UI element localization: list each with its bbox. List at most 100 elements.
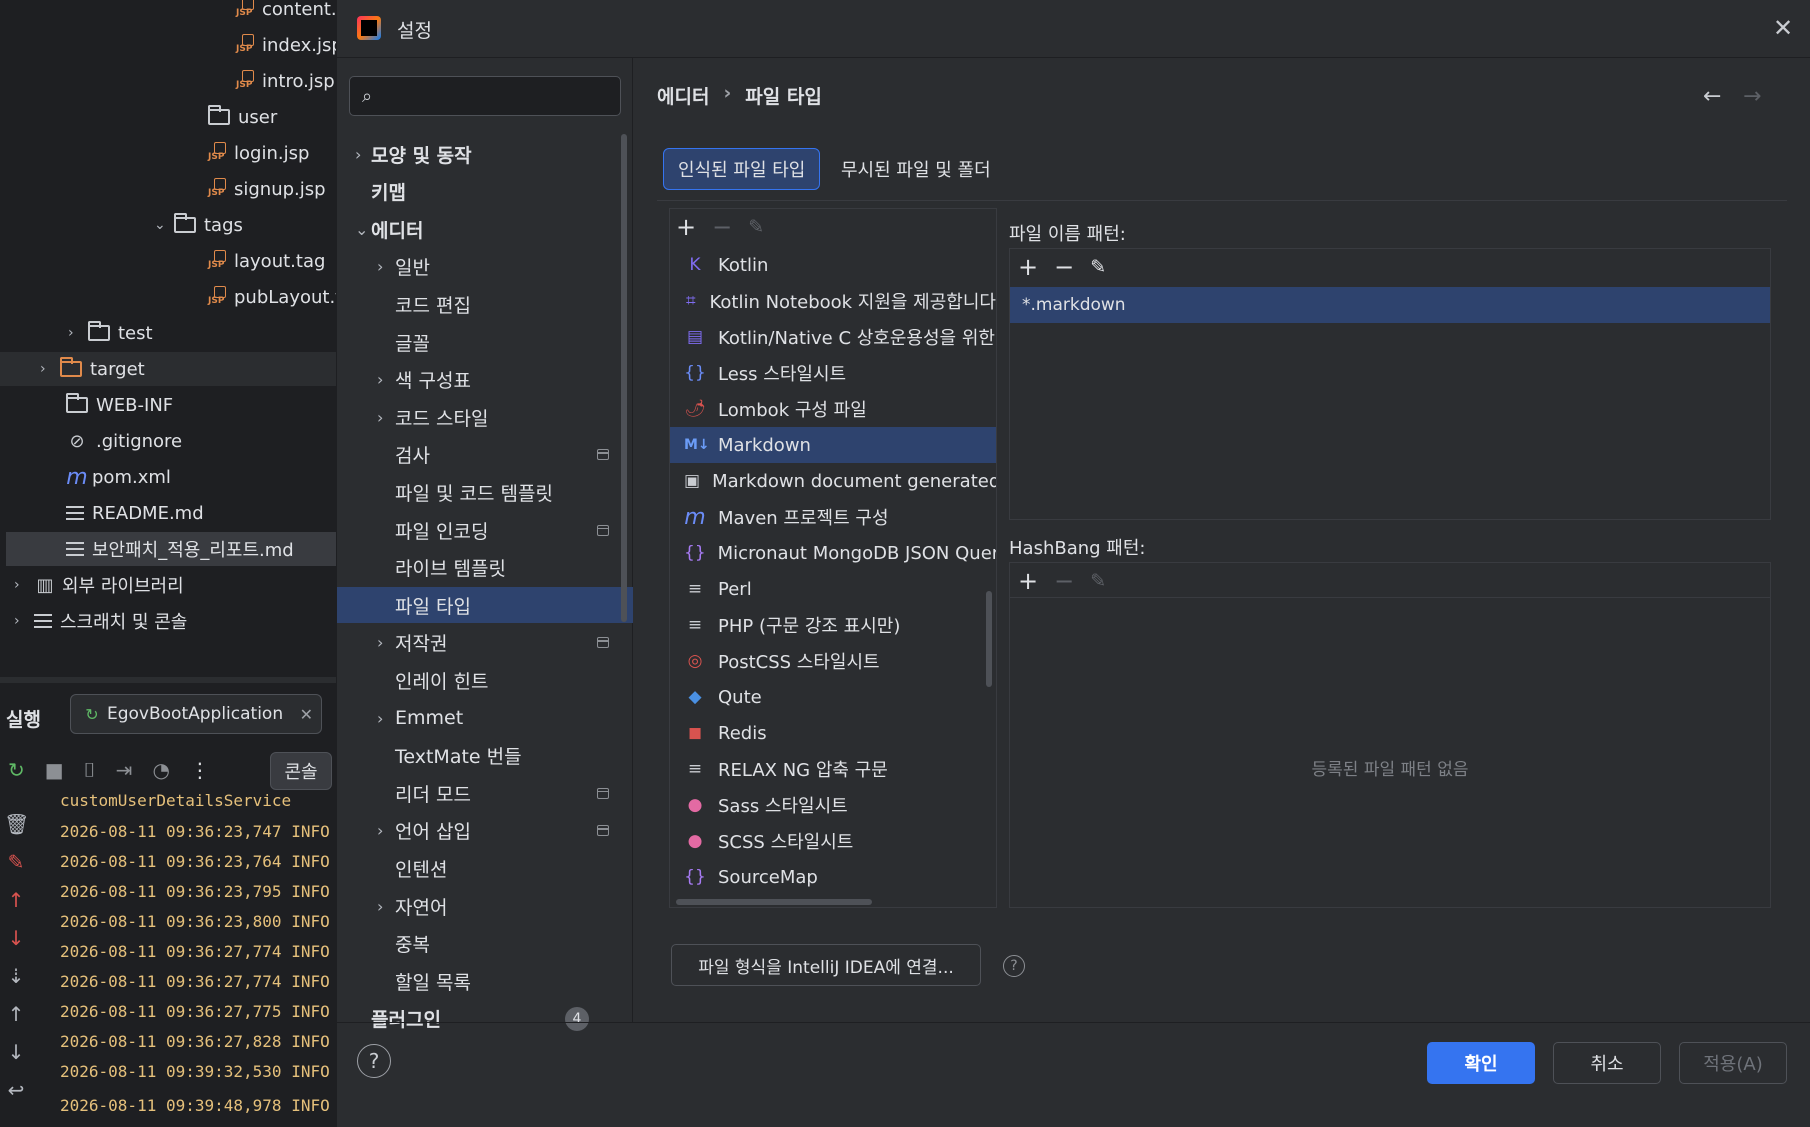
nav-scrollbar[interactable]	[621, 134, 627, 622]
nav-item[interactable]: ⌄ 에디터	[337, 211, 633, 247]
nav-item[interactable]: 파일 인코딩	[337, 512, 633, 548]
file-type-row[interactable]: ≡ RELAX NG 압축 구문	[670, 751, 996, 787]
file-type-row[interactable]: {} SourceMap	[670, 859, 996, 895]
chevron-down-icon[interactable]: ⌄	[154, 217, 174, 233]
edit-icon[interactable]: ✎	[1090, 569, 1106, 593]
file-type-row[interactable]: ◎ PostCSS 스타일시트	[670, 643, 996, 679]
tree-item[interactable]: JSP layout.tag	[208, 244, 325, 278]
search-field[interactable]: ⌕	[349, 76, 621, 116]
nav-item[interactable]: 코드 편집	[337, 286, 633, 322]
file-type-row[interactable]: ◼ Redis	[670, 715, 996, 751]
tree-item[interactable]: JSP pubLayout.ta	[208, 280, 353, 314]
nav-item[interactable]: 글꼴	[337, 324, 633, 360]
nav-item[interactable]: › 언어 삽입	[337, 813, 633, 849]
nav-item[interactable]: TextMate 번들	[337, 738, 633, 774]
file-type-row[interactable]: ▤ Kotlin/Native C 상호운용성을 위한	[670, 319, 996, 355]
rerun-icon[interactable]: ↻	[8, 758, 25, 782]
help-icon[interactable]: ?	[1003, 955, 1025, 977]
file-type-row[interactable]: ◆ Qute	[670, 679, 996, 715]
breadcrumb-parent[interactable]: 에디터	[657, 82, 709, 109]
chevron-right-icon[interactable]: ›	[377, 257, 383, 276]
nav-item[interactable]: 파일 타입	[337, 587, 633, 624]
add-icon[interactable]: +	[1018, 255, 1038, 279]
file-type-row[interactable]: ▣ Markdown document generated b	[670, 463, 996, 499]
tree-item[interactable]: › test	[68, 316, 153, 350]
chevron-right-icon[interactable]: ›	[68, 325, 88, 341]
tree-item[interactable]: m pom.xml	[66, 460, 171, 494]
file-type-row[interactable]: ● Sass 스타일시트	[670, 787, 996, 823]
tree-item[interactable]: WEB-INF	[66, 388, 173, 422]
tree-item[interactable]: JSP signup.jsp	[208, 172, 326, 206]
file-type-row[interactable]: K Kotlin	[670, 247, 996, 283]
chevron-right-icon[interactable]: ›	[14, 577, 34, 593]
tree-item[interactable]: ⌄ tags	[154, 208, 243, 242]
nav-item[interactable]: 할일 목록	[337, 963, 633, 999]
nav-item[interactable]: 인텐션	[337, 850, 633, 886]
profiler-icon[interactable]: ◔	[152, 758, 169, 782]
list-hscrollbar[interactable]	[676, 899, 872, 905]
edit-icon[interactable]: ✎	[1090, 255, 1106, 279]
pattern-row[interactable]: *.markdown	[1010, 287, 1770, 323]
clear-icon[interactable]: ✎	[4, 850, 28, 874]
help-icon[interactable]: ?	[357, 1044, 391, 1078]
forward-arrow-icon[interactable]: →	[1743, 84, 1761, 109]
down-icon[interactable]: ↓	[4, 1040, 28, 1064]
file-type-row[interactable]: ≡ PHP (구문 강조 표시만)	[670, 607, 996, 643]
chevron-right-icon[interactable]: ›	[355, 145, 361, 164]
apply-button[interactable]: 적용(A)	[1679, 1042, 1787, 1084]
edit-icon[interactable]: ✎	[748, 215, 764, 239]
tree-item[interactable]: JSP index.jsp	[236, 28, 343, 62]
tree-item[interactable]: ⊘ .gitignore	[66, 424, 182, 458]
panel-splitter[interactable]	[0, 677, 336, 683]
file-type-row[interactable]: {} Micronaut MongoDB JSON Query	[670, 535, 996, 571]
console-tab[interactable]: 콘솔	[270, 752, 332, 790]
chevron-right-icon[interactable]: ›	[377, 709, 383, 728]
nav-item[interactable]: 검사	[337, 437, 633, 473]
tree-item[interactable]: JSP intro.jsp	[236, 64, 335, 98]
add-icon[interactable]: +	[1018, 569, 1038, 593]
tab-ignored-files[interactable]: 무시된 파일 및 폴더	[827, 148, 1005, 190]
nav-item[interactable]: 키맵	[337, 174, 633, 210]
wrap-icon[interactable]: ↩	[4, 1078, 28, 1102]
tree-item[interactable]: 보안패치_적용_리포트.md	[6, 532, 336, 566]
nav-item[interactable]: 파일 및 코드 템플릿	[337, 474, 633, 510]
trash-icon[interactable]: 🗑	[4, 812, 29, 836]
tree-item[interactable]: JSP login.jsp	[208, 136, 309, 170]
tree-item[interactable]: › target	[0, 352, 336, 386]
tree-item[interactable]: › ▥ 외부 라이브러리	[14, 568, 184, 602]
arrow-down-icon[interactable]: ↓	[4, 926, 28, 950]
remove-icon[interactable]: −	[1054, 255, 1074, 279]
chevron-right-icon[interactable]: ›	[40, 361, 60, 377]
file-type-row[interactable]: ⌗ Kotlin Notebook 지원을 제공합니다	[670, 283, 996, 319]
remove-icon[interactable]: −	[712, 215, 732, 239]
file-type-row[interactable]: M↓ Markdown	[670, 427, 996, 463]
ok-button[interactable]: 확인	[1427, 1042, 1535, 1084]
chevron-right-icon[interactable]: ›	[377, 821, 383, 840]
chevron-right-icon[interactable]: ›	[377, 633, 383, 652]
close-icon[interactable]: ✕	[300, 705, 313, 724]
nav-item[interactable]: 인레이 힌트	[337, 662, 633, 698]
cancel-button[interactable]: 취소	[1553, 1042, 1661, 1084]
chevron-right-icon[interactable]: ›	[377, 408, 383, 427]
up-icon[interactable]: ↑	[4, 1002, 28, 1026]
close-icon[interactable]: ✕	[1773, 14, 1793, 42]
nav-item[interactable]: 중복	[337, 926, 633, 962]
chevron-right-icon[interactable]: ›	[14, 613, 34, 629]
chevron-right-icon[interactable]: ›	[377, 897, 383, 916]
nav-item[interactable]: › Emmet	[337, 700, 633, 736]
nav-item[interactable]: › 자연어	[337, 888, 633, 924]
nav-item[interactable]: › 저작권	[337, 625, 633, 661]
camera-icon[interactable]: ⌷	[84, 758, 96, 782]
sort-icon[interactable]: ⇣	[4, 964, 28, 988]
file-type-row[interactable]: m Maven 프로젝트 구성	[670, 499, 996, 535]
tree-item[interactable]: user	[208, 100, 277, 134]
remove-icon[interactable]: −	[1054, 569, 1074, 593]
file-type-row[interactable]: {} Less 스타일시트	[670, 355, 996, 391]
tree-item[interactable]: › 스크래치 및 콘솔	[14, 604, 187, 638]
tree-item[interactable]: JSP content.j	[236, 0, 342, 26]
nav-item[interactable]: 라이브 템플릿	[337, 550, 633, 586]
associate-button[interactable]: 파일 형식을 IntelliJ IDEA에 연결...	[671, 944, 981, 986]
chevron-right-icon[interactable]: ›	[377, 370, 383, 389]
exit-icon[interactable]: ⇥	[116, 758, 133, 782]
file-type-row[interactable]: ≡ Perl	[670, 571, 996, 607]
